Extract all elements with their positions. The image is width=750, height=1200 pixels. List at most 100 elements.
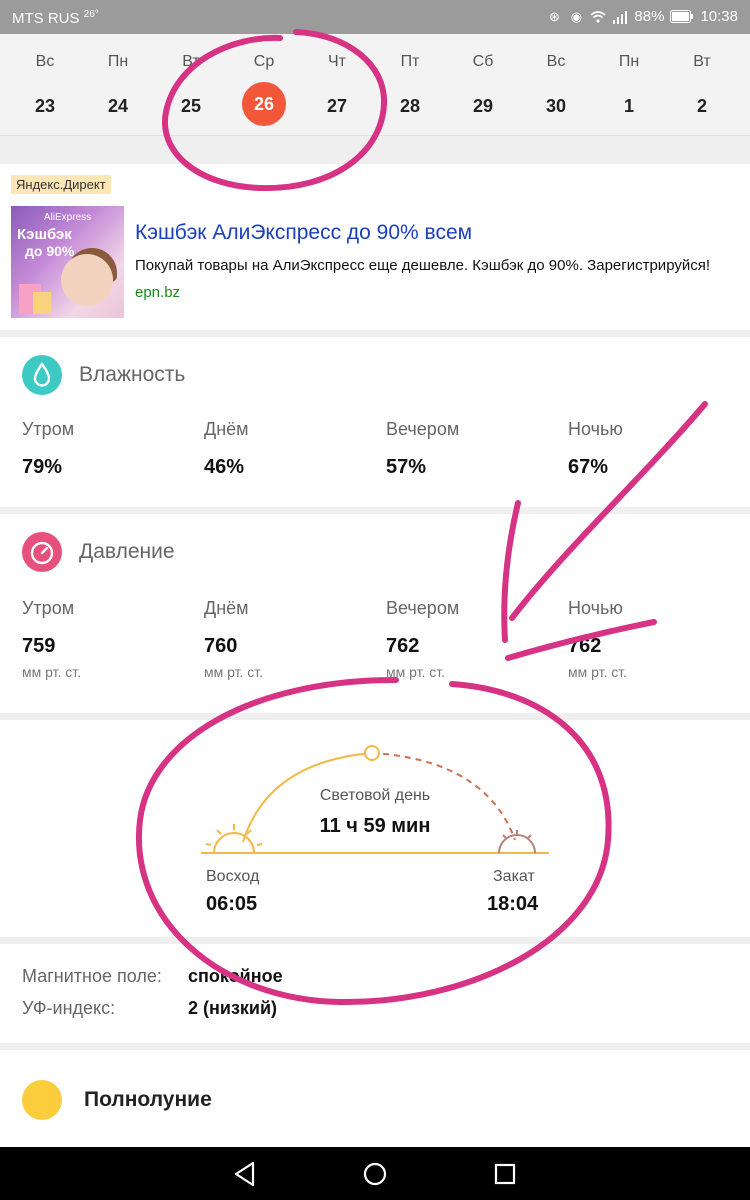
ad-card[interactable]: Яндекс.Директ AliExpress Кэшбэк до 90% К… [0,164,750,330]
pressure-unit: мм рт. ст. [386,664,446,680]
day-number: 29 [472,96,494,116]
pressure-value: 762 [568,635,602,657]
humidity-period: Днём 46% [204,419,374,479]
android-nav-bar [0,1147,750,1200]
weekday-label: Пн [618,53,640,70]
battery-icon [670,9,694,24]
weekday-label: Вс [546,53,566,70]
humidity-value: 79% [22,456,63,478]
extra-info-card: Магнитное поле: спокойное УФ-индекс: 2 (… [0,944,750,1043]
gauge-icon [22,532,62,572]
date-item[interactable]: Вт 25 [161,34,221,136]
pressure-value: 759 [22,635,56,657]
droplet-icon [22,355,62,395]
date-item[interactable]: Пн 24 [88,34,148,136]
pressure-value: 760 [204,635,238,657]
daylight-title: Световой день [319,787,431,804]
period-label: Ночью [568,598,623,618]
period-label: Утром [22,419,75,439]
pressure-period: Днём 760 мм рт. ст. [204,598,374,680]
wifi-icon [590,10,606,24]
date-strip: Вс 23 Пн 24 Вт 25 Ср 26 Чт 27 Пт 28 Сб 29 Вс 30 Пн 1 Вт 2 [0,34,750,136]
day-number: 23 [34,96,56,116]
humidity-period: Ночью 67% [568,419,738,479]
uv-index-label: УФ-индекс: [22,998,116,1018]
sunset-label: Закат [493,868,535,885]
period-label: Вечером [386,598,460,618]
weekday-label: Вт [182,53,200,70]
recents-icon[interactable] [494,1163,516,1185]
sunrise-time: 06:05 [206,893,258,915]
humidity-period: Утром 79% [22,419,192,479]
day-number: 27 [326,96,348,116]
day-number: 25 [180,96,202,116]
uv-index-value: 2 (низкий) [188,998,278,1018]
magnetic-field-label: Магнитное поле: [22,966,162,986]
moon-icon [22,1080,62,1120]
sunrise-label: Восход [206,868,260,885]
daylight-card: Световой день 11 ч 59 мин Восход 06:05 З… [0,720,750,937]
date-item[interactable]: Вт 2 [672,34,732,136]
pressure-unit: мм рт. ст. [204,664,264,680]
day-number: 30 [545,96,567,116]
ad-image-brand: AliExpress [43,212,92,223]
humidity-title: Влажность [79,363,186,386]
pressure-period: Утром 759 мм рт. ст. [22,598,192,680]
sunset-time: 18:04 [487,893,539,915]
period-label: Утром [22,598,75,618]
day-number: 26 [242,82,286,126]
ad-description: Покупай товары на АлиЭкспресс еще дешевл… [135,257,711,274]
carrier-name: MTS RUS 26° [12,9,99,27]
date-item[interactable]: Пн 1 [599,34,659,136]
pressure-title: Давление [79,540,175,563]
humidity-period: Вечером 57% [386,419,556,479]
ad-domain-link[interactable]: epn.bz [135,284,180,301]
daylight-duration: 11 ч 59 мин [319,815,431,837]
ad-image-face [61,254,113,306]
battery-percent: 88% [634,8,665,25]
date-item[interactable]: Сб 29 [453,34,513,136]
status-bar: MTS RUS 26° ⊛ ◉ 88% 10:38 [0,0,750,34]
ad-source-label: Яндекс.Директ [11,175,111,194]
humidity-value: 46% [204,456,245,478]
humidity-value: 67% [568,456,609,478]
home-icon[interactable] [363,1162,387,1186]
moon-phase-card: Полнолуние [0,1050,750,1147]
ad-image[interactable]: AliExpress Кэшбэк до 90% [11,206,124,318]
back-icon[interactable] [233,1161,257,1187]
pressure-unit: мм рт. ст. [22,664,82,680]
weekday-label: Пт [400,53,420,70]
weekday-label: Пн [107,53,129,70]
pressure-period: Ночью 762 мм рт. ст. [568,598,738,680]
status-temperature: 26° [83,9,99,20]
ad-image-box [33,292,51,314]
date-item[interactable]: Вс 23 [15,34,75,136]
pressure-unit: мм рт. ст. [568,664,628,680]
pressure-period: Вечером 762 мм рт. ст. [386,598,556,680]
ad-title-link[interactable]: Кэшбэк АлиЭкспресс до 90% всем [135,221,472,245]
date-item[interactable]: Пт 28 [380,34,440,136]
day-number: 1 [623,96,634,116]
humidity-card: Влажность Утром 79% Днём 46% Вечером 57% Ночью… [0,337,750,507]
nfc-icon: ⊛ [548,8,560,24]
magnetic-field-value: спокойное [188,966,283,986]
period-label: Ночью [568,419,623,439]
day-number: 24 [107,96,129,116]
ad-image-line1: Кэшбэк [17,226,72,243]
pressure-card: Давление Утром 759 мм рт. ст. Днём 760 мм рт.… [0,514,750,713]
pressure-value: 762 [386,635,420,657]
ad-image-line2: до 90% [25,243,75,259]
period-label: Днём [204,419,249,439]
moon-phase-text: Полнолуние [84,1088,212,1111]
weekday-label: Вс [35,53,55,70]
eye-icon: ◉ [570,8,583,24]
weekday-label: Ср [253,53,275,70]
date-item[interactable]: Чт 27 [307,34,367,136]
signal-icon [612,10,628,24]
status-time: 10:38 [700,8,738,25]
weekday-label: Вт [693,53,711,70]
date-item[interactable]: Вс 30 [526,34,586,136]
period-label: Днём [204,598,249,618]
humidity-value: 57% [386,456,427,478]
date-selected[interactable]: Ср 26 [234,34,294,136]
